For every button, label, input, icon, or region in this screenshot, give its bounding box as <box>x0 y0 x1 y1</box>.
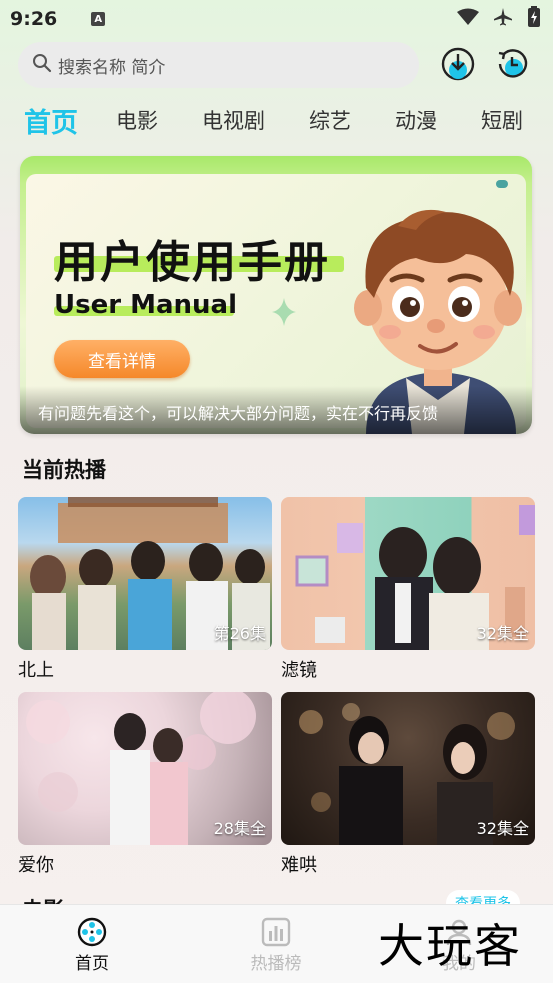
view-details-label: 查看详情 <box>88 351 156 372</box>
search-placeholder: 搜索名称 简介 <box>58 57 166 78</box>
status-bar: 9:26 A <box>0 0 553 38</box>
show-poster: 第26集 <box>18 497 272 650</box>
show-title: 难哄 <box>281 855 317 876</box>
watermark: 大玩客 <box>378 919 522 973</box>
show-title: 滤镜 <box>281 660 317 681</box>
show-card[interactable]: 32集全 滤镜 <box>281 497 535 682</box>
nav-home[interactable]: 首页 <box>47 917 137 974</box>
status-icons <box>457 6 541 32</box>
history-button[interactable] <box>494 46 530 82</box>
episode-badge: 28集全 <box>213 819 266 838</box>
show-card[interactable]: 28集全 爱你 <box>18 692 272 877</box>
tab-anime[interactable]: 动漫 <box>395 98 437 142</box>
show-title: 爱你 <box>18 855 54 876</box>
show-poster: 32集全 <box>281 497 535 650</box>
show-card[interactable]: 32集全 难哄 <box>281 692 535 877</box>
banner-carousel[interactable]: 用户使用手册 User Manual 查看详情 有问题先看这个，可以解决大部分问… <box>20 156 532 434</box>
notification-a-icon: A <box>91 12 106 26</box>
nav-hot-chart[interactable]: 热播榜 <box>231 917 321 974</box>
battery-icon <box>527 6 541 32</box>
download-icon <box>441 47 475 81</box>
show-title: 北上 <box>18 660 54 681</box>
film-reel-icon <box>77 917 107 947</box>
nav-hot-chart-label: 热播榜 <box>250 954 302 974</box>
category-tabs: 首页 电影 电视剧 综艺 动漫 短剧 <box>0 98 553 142</box>
sparkle-icon <box>272 298 296 326</box>
view-details-button[interactable]: 查看详情 <box>54 340 190 378</box>
banner-caption: 有问题先看这个，可以解决大部分问题，实在不行再反馈 <box>38 404 439 423</box>
banner-title: 用户使用手册 <box>54 237 330 288</box>
show-card[interactable]: 第26集 北上 <box>18 497 272 682</box>
tab-short-drama[interactable]: 短剧 <box>481 98 523 142</box>
episode-badge: 32集全 <box>476 624 529 643</box>
show-poster: 32集全 <box>281 692 535 845</box>
tab-variety[interactable]: 综艺 <box>309 98 351 142</box>
search-icon <box>32 53 52 77</box>
airplane-mode-icon <box>493 7 513 31</box>
search-input[interactable]: 搜索名称 简介 <box>18 42 419 88</box>
banner-subtitle: User Manual <box>54 290 237 320</box>
bar-chart-icon <box>261 917 291 947</box>
download-button[interactable] <box>440 46 476 82</box>
wifi-icon <box>457 8 479 30</box>
show-poster: 28集全 <box>18 692 272 845</box>
status-time: 9:26 <box>10 8 58 30</box>
history-icon <box>498 49 528 78</box>
episode-badge: 第26集 <box>213 624 266 643</box>
tab-home[interactable]: 首页 <box>24 98 78 142</box>
episode-badge: 32集全 <box>476 819 529 838</box>
tab-movies[interactable]: 电影 <box>116 98 158 142</box>
nav-home-label: 首页 <box>75 954 109 974</box>
carousel-indicator <box>496 180 508 188</box>
tab-tv-series[interactable]: 电视剧 <box>202 98 265 142</box>
section-title-hot: 当前热播 <box>22 458 106 482</box>
